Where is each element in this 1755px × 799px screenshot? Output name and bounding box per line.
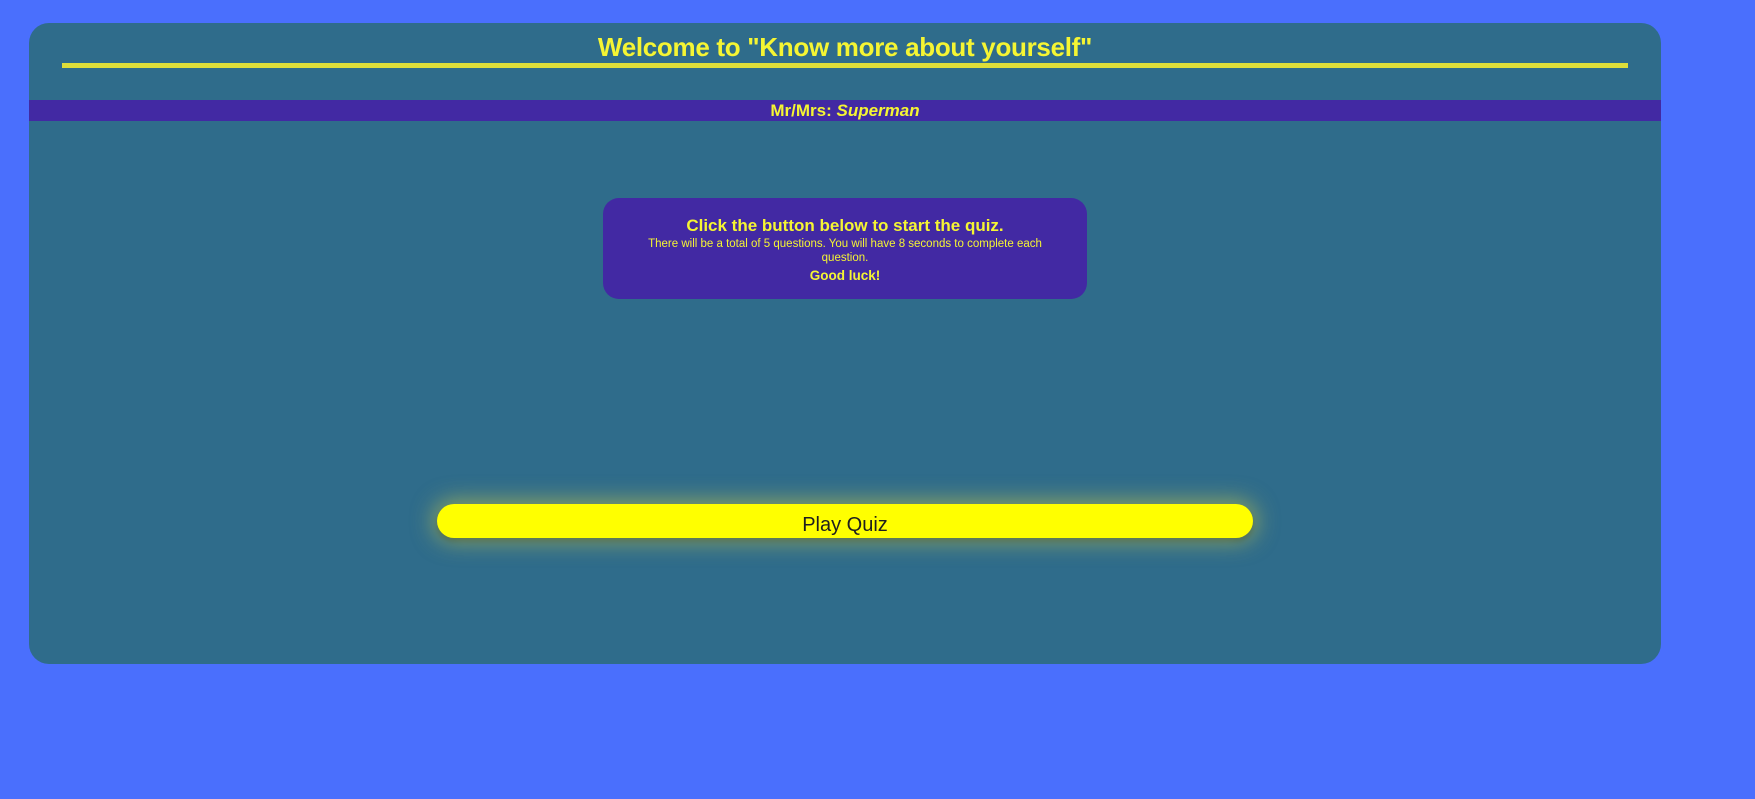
- instructions-text: There will be a total of 5 questions. Yo…: [648, 238, 1042, 264]
- instructions-heading: Click the button below to start the quiz…: [686, 216, 1004, 235]
- quiz-card: Welcome to "Know more about yourself" Mr…: [29, 23, 1661, 664]
- user-prefix-label: Mr/Mrs:: [770, 101, 837, 120]
- user-greeting-bar: Mr/Mrs: Superman: [29, 100, 1661, 121]
- good-luck-text: Good luck!: [809, 268, 881, 283]
- instructions-panel: Click the button below to start the quiz…: [603, 198, 1087, 299]
- play-quiz-button[interactable]: Play Quiz: [437, 504, 1253, 538]
- user-name: Superman: [836, 101, 920, 120]
- title-underline: [62, 63, 1628, 68]
- page-title: Welcome to "Know more about yourself": [597, 32, 1093, 62]
